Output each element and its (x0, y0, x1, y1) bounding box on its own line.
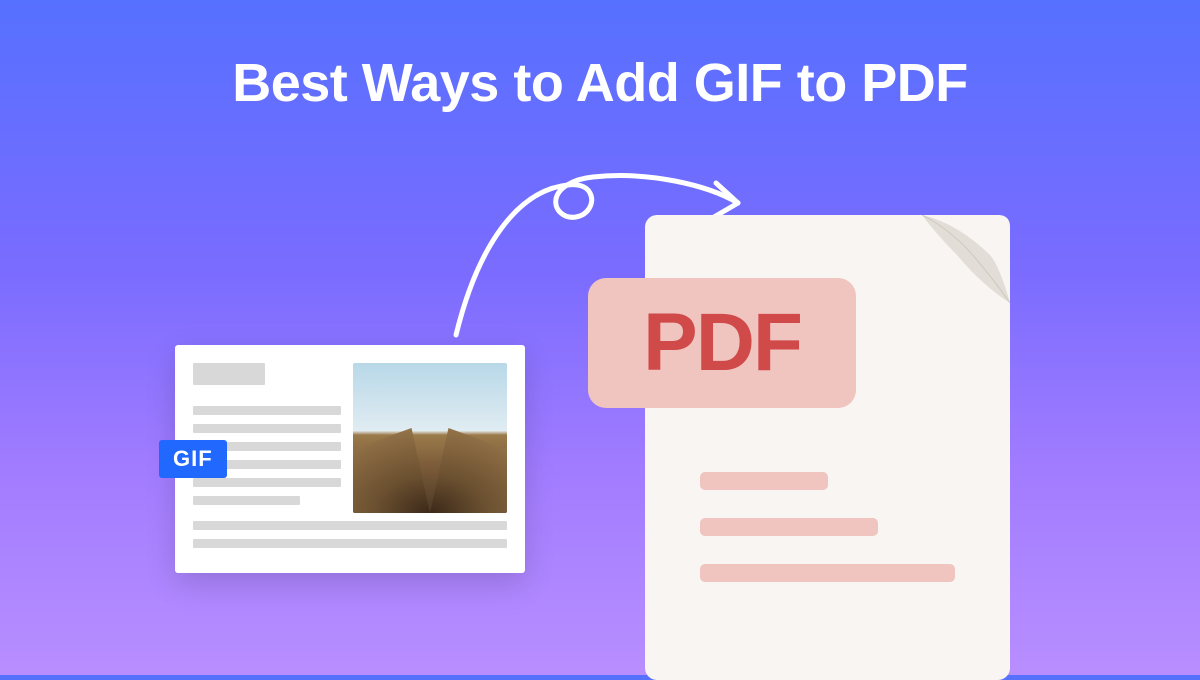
photo-thumbnail (353, 363, 507, 513)
pdf-content-lines (700, 472, 955, 610)
pdf-badge-label: PDF (643, 296, 801, 390)
gif-badge-label: GIF (173, 446, 213, 471)
text-lines-column (193, 363, 341, 514)
gif-document-card (175, 345, 525, 573)
page-title: Best Ways to Add GIF to PDF (0, 52, 1200, 114)
pdf-badge: PDF (588, 278, 856, 408)
gif-badge: GIF (159, 440, 227, 478)
